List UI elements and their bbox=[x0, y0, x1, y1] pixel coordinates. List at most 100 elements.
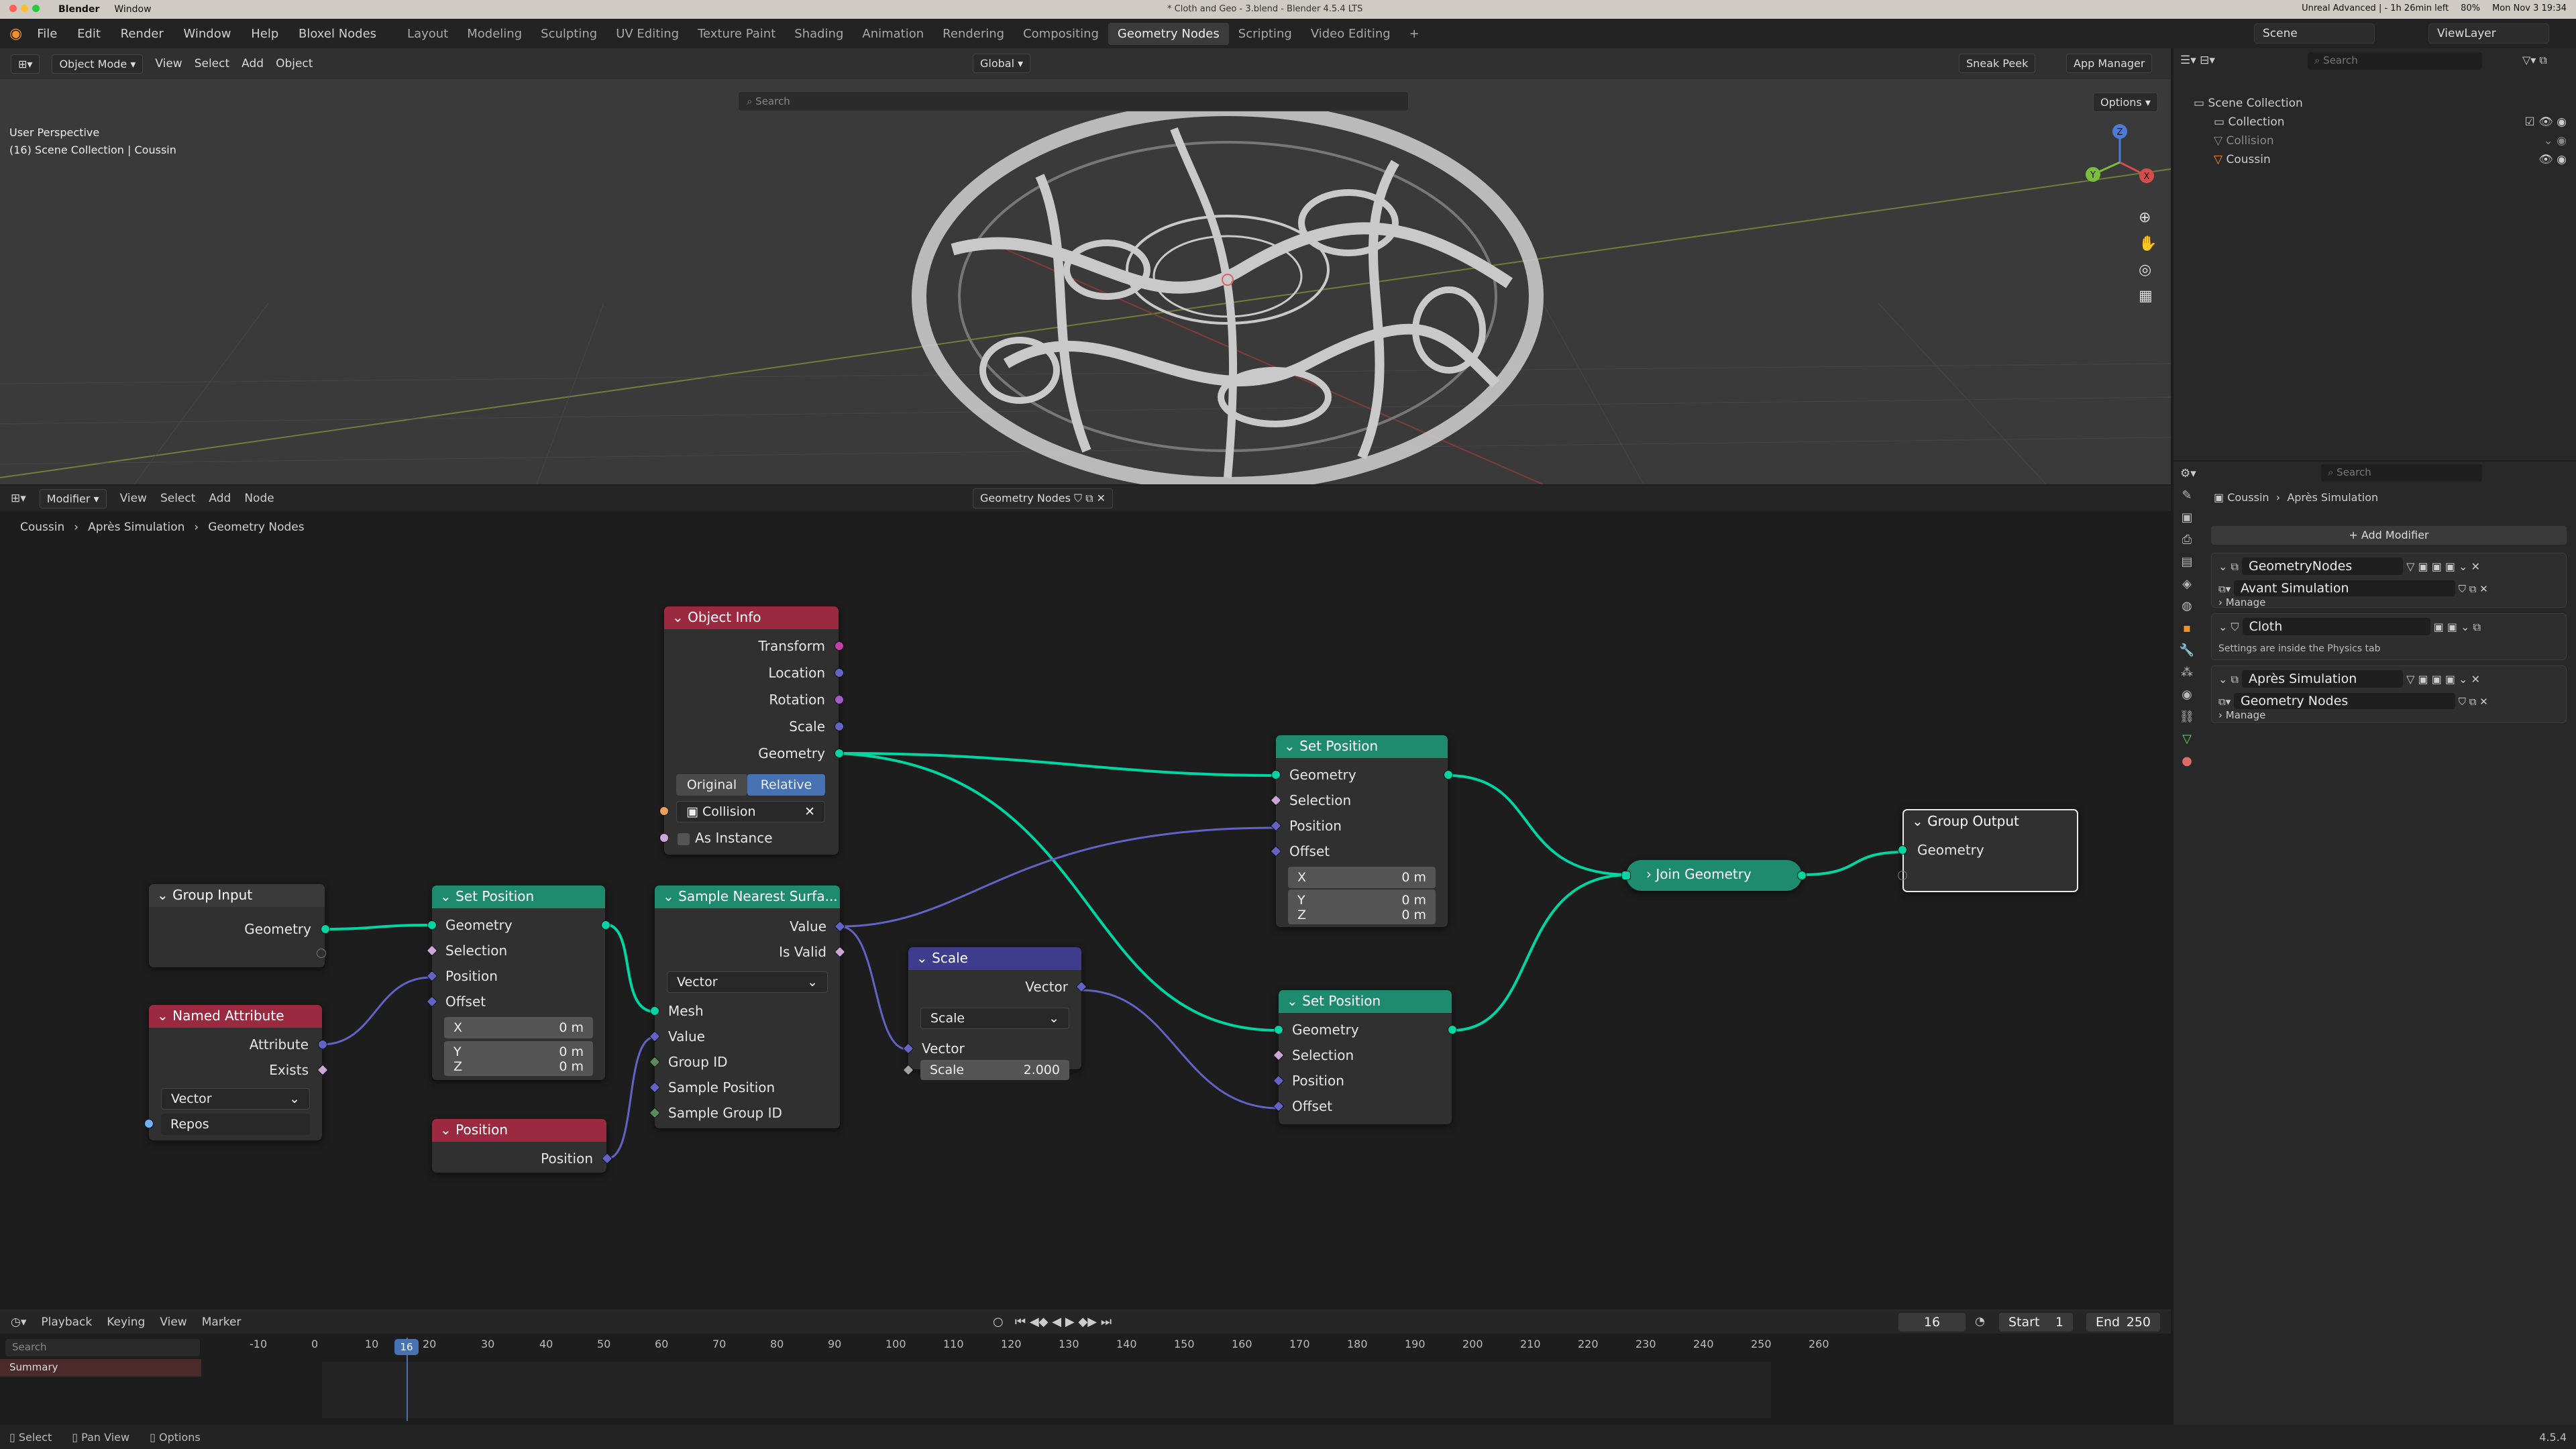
node-join-geometry[interactable]: › Join Geometry bbox=[1621, 860, 1807, 891]
tab-uv-editing[interactable]: UV Editing bbox=[606, 23, 688, 45]
current-frame-field[interactable]: 16 bbox=[1898, 1313, 1966, 1332]
mode-selector[interactable]: Object Mode ▾ bbox=[52, 54, 144, 74]
modifier-apres-simulation[interactable]: ⌄ ⧉ Après Simulation ▽ ▣ ▣ ▣ ⌄ ✕ ⧉▾ Geom… bbox=[2211, 665, 2567, 723]
clock-icon[interactable]: ◔ bbox=[1975, 1315, 1985, 1328]
properties-editor[interactable]: ⚙▾ ⌕ Search ✎ ▣ ⎙ ▤ ◈ ◍ ▪ 🔧 ⁂ ◉ ⛓ ▽ ● ▣ … bbox=[2174, 462, 2576, 1425]
socket-setpos3-geometry-in[interactable] bbox=[1274, 1025, 1283, 1034]
socket-sample-mesh[interactable] bbox=[650, 1006, 659, 1016]
clear-icon[interactable]: ✕ bbox=[804, 802, 815, 822]
menu-window[interactable]: Window bbox=[183, 27, 231, 41]
frame-range[interactable] bbox=[322, 1362, 1771, 1418]
app-manager-button[interactable]: App Manager bbox=[2066, 54, 2153, 73]
menu-file[interactable]: File bbox=[37, 27, 57, 41]
camera-icon[interactable]: ◎ bbox=[2139, 262, 2157, 278]
view-layer-selector[interactable]: ViewLayer bbox=[2428, 23, 2549, 44]
cloth-name-field[interactable]: Cloth bbox=[2242, 618, 2430, 635]
record-icon[interactable]: ○ bbox=[993, 1315, 1004, 1329]
tool-tab-icon[interactable]: ✎ bbox=[2182, 488, 2192, 502]
editor-type-button[interactable]: ⊞▾ bbox=[11, 54, 40, 74]
node-named-attribute-header[interactable]: ⌄ Named Attribute bbox=[149, 1005, 322, 1028]
modifier-geometrynodes[interactable]: ⌄ ⧉ GeometryNodes ▽ ▣ ▣ ▣ ⌄ ✕ ⧉▾ Avant S… bbox=[2211, 553, 2567, 608]
tab-rendering[interactable]: Rendering bbox=[933, 23, 1014, 45]
node-sample-nearest-header[interactable]: ⌄ Sample Nearest Surfa... bbox=[655, 885, 840, 908]
summary-channel[interactable]: Summary bbox=[0, 1359, 201, 1377]
relative-toggle[interactable]: Relative bbox=[747, 774, 825, 796]
node-named-attribute[interactable]: ⌄ Named Attribute Attribute Exists Vecto… bbox=[144, 1005, 329, 1140]
node-scale-header[interactable]: ⌄ Scale bbox=[908, 947, 1081, 970]
sample-type-dropdown[interactable]: Vector ⌄ bbox=[667, 971, 828, 993]
tab-modeling[interactable]: Modeling bbox=[458, 23, 531, 45]
tab-shading[interactable]: Shading bbox=[785, 23, 853, 45]
node-set-position-2-header[interactable]: ⌄ Set Position bbox=[1276, 735, 1448, 758]
timeline-menu-view[interactable]: View bbox=[160, 1316, 186, 1329]
timeline-menu-keying[interactable]: Keying bbox=[107, 1316, 145, 1329]
start-frame-field[interactable]: Start 1 bbox=[1999, 1313, 2073, 1332]
viewport-menu-view[interactable]: View bbox=[155, 57, 182, 70]
node-group-output-header[interactable]: ⌄ Group Output bbox=[1904, 810, 2077, 833]
options-button[interactable]: Options ▾ bbox=[2093, 93, 2158, 112]
attribute-name-field[interactable]: Repos bbox=[161, 1114, 310, 1135]
tab-video-editing[interactable]: Video Editing bbox=[1301, 23, 1400, 45]
outliner-editor-icon[interactable]: ☰▾ ⊟▾ bbox=[2180, 54, 2215, 67]
socket-transform[interactable] bbox=[835, 641, 844, 651]
manage-panel[interactable]: › Manage bbox=[2218, 709, 2265, 721]
world-tab-icon[interactable]: ◍ bbox=[2182, 599, 2192, 613]
setpos1-z-field[interactable]: Z 0 m bbox=[444, 1057, 593, 1076]
timeline-editor-icon[interactable]: ◷▾ bbox=[11, 1316, 26, 1329]
scene-selector[interactable]: Scene bbox=[2254, 23, 2375, 44]
socket-group-input-geometry[interactable] bbox=[321, 924, 330, 934]
node-position[interactable]: ⌄ Position Position bbox=[432, 1119, 613, 1173]
particles-tab-icon[interactable]: ⁂ bbox=[2181, 665, 2193, 680]
node-position-header[interactable]: ⌄ Position bbox=[432, 1119, 606, 1142]
menu-render[interactable]: Render bbox=[121, 27, 164, 41]
play-icon[interactable]: ▶ bbox=[1065, 1315, 1075, 1329]
frame-ruler[interactable]: -10 0 10 20 30 40 50 60 70 80 90 100 110… bbox=[221, 1338, 2167, 1358]
zoom-icon[interactable]: ⊕ bbox=[2139, 209, 2157, 226]
node-object-info-header[interactable]: ⌄ Object Info bbox=[664, 606, 839, 629]
transform-orientation[interactable]: Global ▾ bbox=[973, 54, 1031, 73]
tab-texture-paint[interactable]: Texture Paint bbox=[688, 23, 785, 45]
tab-geometry-nodes[interactable]: Geometry Nodes bbox=[1108, 22, 1229, 45]
node-set-position-1-header[interactable]: ⌄ Set Position bbox=[432, 885, 605, 908]
tab-sculpting[interactable]: Sculpting bbox=[531, 23, 606, 45]
constraints-tab-icon[interactable]: ⛓ bbox=[2180, 710, 2195, 724]
object-field[interactable]: ▣ Collision ✕ bbox=[676, 801, 825, 822]
pan-hand-icon[interactable]: ✋ bbox=[2139, 235, 2157, 252]
socket-rotation[interactable] bbox=[835, 695, 844, 704]
end-frame-field[interactable]: End 250 bbox=[2086, 1313, 2160, 1332]
scene-tab-icon[interactable]: ◈ bbox=[2182, 577, 2192, 591]
window-controls[interactable] bbox=[9, 4, 44, 15]
outliner-item-collision[interactable]: ▽ Collision ⌄ ◉ bbox=[2174, 131, 2576, 150]
outliner-item-coussin[interactable]: ▽ Coussin 👁 ◉ bbox=[2174, 150, 2576, 169]
modifier-header[interactable]: ⌄ ⧉ Après Simulation ▽ ▣ ▣ ▣ ⌄ ✕ bbox=[2218, 670, 2480, 688]
node-group-name[interactable]: Geometry Nodes bbox=[2234, 693, 2456, 709]
socket-group-output-geometry[interactable] bbox=[1898, 845, 1907, 855]
outliner-item-collection[interactable]: ▭ Collection ☑ 👁 ◉ bbox=[2174, 113, 2576, 131]
node-set-position-1[interactable]: ⌄ Set Position Geometry Selection Positi… bbox=[426, 885, 610, 1080]
node-group-output[interactable]: ⌄ Group Output Geometry bbox=[1898, 809, 2078, 892]
visibility-icons[interactable]: ☑ 👁 ◉ bbox=[2525, 113, 2567, 131]
render-tab-icon[interactable]: ▣ bbox=[2181, 511, 2192, 525]
node-group-name[interactable]: Avant Simulation bbox=[2234, 580, 2456, 596]
visibility-icons[interactable]: ⌄ ◉ bbox=[2544, 131, 2567, 150]
filter-icon[interactable]: ▽▾ ⧉ bbox=[2522, 54, 2547, 67]
node-editor[interactable]: ⊞▾ Modifier ▾ View Select Add Node Geome… bbox=[0, 486, 2171, 1309]
grid-toggle-icon[interactable]: ▦ bbox=[2139, 288, 2157, 305]
modifier-name-field[interactable]: Après Simulation bbox=[2242, 670, 2404, 688]
node-sample-nearest-surface[interactable]: ⌄ Sample Nearest Surfa... Value Is Valid… bbox=[649, 885, 846, 1128]
data-type-dropdown[interactable]: Vector ⌄ bbox=[161, 1088, 310, 1110]
node-set-position-3[interactable]: ⌄ Set Position Geometry Selection Positi… bbox=[1273, 990, 1457, 1124]
viewport-menu-add[interactable]: Add bbox=[241, 57, 264, 70]
timeline-search-input[interactable]: Search bbox=[5, 1339, 200, 1356]
socket-setpos1-geometry-in[interactable] bbox=[427, 920, 437, 930]
socket-geometry-out[interactable] bbox=[835, 749, 844, 758]
scale-factor-field[interactable]: Scale 2.000 bbox=[920, 1060, 1069, 1080]
context-modifier[interactable]: Après Simulation bbox=[2287, 491, 2378, 504]
navigation-gizmo[interactable]: Z X Y bbox=[2073, 122, 2167, 203]
tab-compositing[interactable]: Compositing bbox=[1014, 23, 1108, 45]
tab-layout[interactable]: Layout bbox=[398, 23, 458, 45]
view-layer-tab-icon[interactable]: ▤ bbox=[2181, 555, 2192, 569]
material-tab-icon[interactable]: ● bbox=[2182, 754, 2192, 768]
socket-join-out[interactable] bbox=[1797, 871, 1807, 880]
data-tab-icon[interactable]: ▽ bbox=[2182, 732, 2192, 746]
